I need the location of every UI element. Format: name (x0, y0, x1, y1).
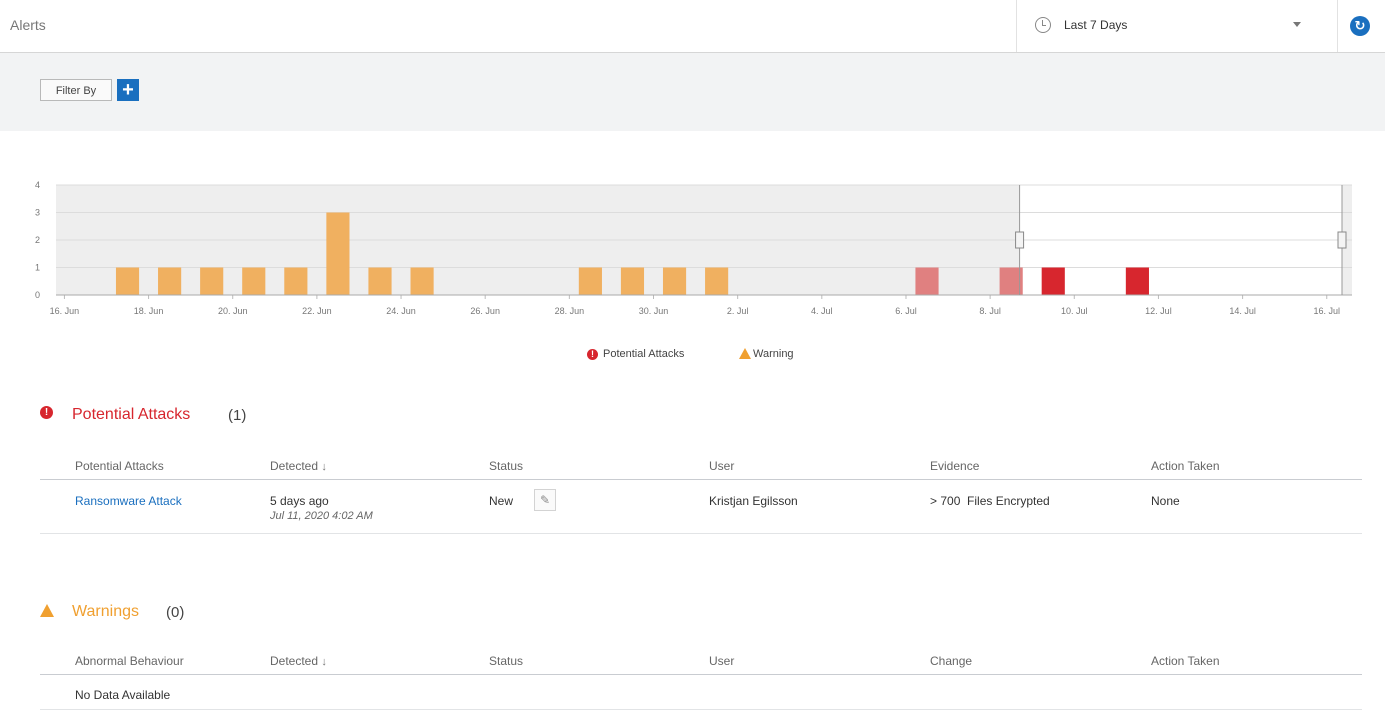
column-header[interactable]: Change (930, 654, 972, 668)
x-tick-label: 14. Jul (1229, 306, 1256, 316)
x-tick-label: 8. Jul (979, 306, 1001, 316)
status-value: New (489, 494, 514, 508)
y-tick-label: 3 (35, 208, 40, 218)
bar-potential-attacks (915, 267, 939, 295)
x-tick-label: 2. Jul (727, 306, 749, 316)
column-header[interactable]: Action Taken (1151, 654, 1220, 668)
add-filter-button[interactable]: + (117, 79, 139, 101)
table-header-divider (40, 479, 1362, 480)
y-tick-label: 2 (35, 235, 40, 245)
y-tick-label: 0 (35, 290, 40, 300)
bar-warning (368, 267, 392, 295)
warning-triangle-icon (40, 604, 54, 617)
detected-date: Jul 11, 2020 4:02 AM (270, 510, 373, 522)
chevron-down-icon[interactable] (1293, 22, 1301, 27)
evidence-value: > 700 Files Encrypted (930, 494, 1050, 508)
column-header[interactable]: Status (489, 459, 523, 473)
empty-state-text: No Data Available (75, 688, 171, 702)
warning-triangle-icon (739, 348, 751, 359)
x-tick-label: 30. Jun (639, 306, 669, 316)
row-divider (40, 533, 1362, 534)
exclamation-circle-icon: ! (587, 349, 598, 360)
time-range-value: Last 7 Days (1064, 18, 1128, 32)
bar-warning (115, 267, 140, 295)
bar-warning (284, 267, 308, 295)
x-tick-label: 22. Jun (302, 306, 332, 316)
bar-warning (705, 267, 729, 295)
legend-label: Warning (753, 348, 794, 360)
legend-label: Potential Attacks (603, 348, 685, 360)
exclamation-circle-icon: ! (40, 406, 53, 419)
y-tick-label: 4 (35, 180, 40, 190)
x-tick-label: 12. Jul (1145, 306, 1172, 316)
bar-warning (200, 267, 224, 295)
bar-potential-attacks (1125, 267, 1149, 295)
column-header[interactable]: User (709, 654, 734, 668)
attack-name-link[interactable]: Ransomware Attack (75, 494, 182, 508)
x-tick-label: 16. Jun (50, 306, 80, 316)
column-header-detected[interactable]: Detected ↓ (270, 459, 327, 473)
column-header-label: Detected (270, 459, 319, 473)
time-range-select[interactable]: Last 7 Days (1016, 0, 1338, 52)
bar-warning (578, 267, 602, 295)
column-header[interactable]: User (709, 459, 734, 473)
bar-warning (242, 267, 266, 295)
alerts-timeline-chart: 0 1 2 3 4 16. Jun 18. Jun 20. Jun 22. Jun 24. Jun… (35, 180, 1352, 316)
bar-warning (662, 267, 687, 295)
bar-warning (620, 267, 645, 295)
bar-warning (158, 267, 182, 295)
x-tick-label: 6. Jul (895, 306, 917, 316)
x-tick-label: 16. Jul (1313, 306, 1340, 316)
x-tick-label: 26. Jun (470, 306, 500, 316)
filter-bar (0, 53, 1385, 131)
table-header-divider (40, 674, 1362, 675)
plus-icon: + (122, 79, 134, 101)
warnings-section-title: Warnings (72, 603, 139, 620)
row-divider (40, 709, 1362, 710)
x-tick-label: 20. Jun (218, 306, 248, 316)
refresh-icon[interactable]: ↻ (1350, 16, 1370, 36)
column-header[interactable]: Abnormal Behaviour (75, 654, 184, 668)
range-handle-left[interactable] (1015, 231, 1025, 249)
x-tick-label: 24. Jun (386, 306, 416, 316)
arrow-down-icon: ↓ (321, 656, 327, 668)
filter-by-button[interactable]: Filter By (40, 79, 112, 101)
column-header-label: Detected (270, 654, 319, 668)
action-taken-value: None (1151, 494, 1180, 508)
x-tick-label: 4. Jul (811, 306, 833, 316)
attacks-section-title: Potential Attacks (72, 406, 191, 423)
detected-relative: 5 days ago (270, 494, 329, 508)
attacks-count: (1) (228, 407, 247, 424)
column-header[interactable]: Potential Attacks (75, 459, 164, 473)
bar-potential-attacks (1041, 267, 1065, 295)
arrow-down-icon: ↓ (321, 461, 327, 473)
x-tick-label: 18. Jun (134, 306, 164, 316)
column-header-detected[interactable]: Detected ↓ (270, 654, 327, 668)
y-tick-label: 1 (35, 263, 40, 273)
range-handle-right[interactable] (1337, 231, 1347, 249)
column-header[interactable]: Evidence (930, 459, 979, 473)
column-header[interactable]: Status (489, 654, 523, 668)
bar-warning (326, 212, 350, 295)
clock-icon (1035, 17, 1051, 33)
warnings-count: (0) (166, 604, 185, 621)
pencil-icon[interactable]: ✎ (534, 489, 556, 511)
x-tick-label: 28. Jun (555, 306, 585, 316)
column-header[interactable]: Action Taken (1151, 459, 1220, 473)
x-tick-label: 10. Jul (1061, 306, 1088, 316)
user-value: Kristjan Egilsson (709, 494, 798, 508)
bar-warning (410, 267, 434, 295)
page-title: Alerts (10, 17, 46, 33)
